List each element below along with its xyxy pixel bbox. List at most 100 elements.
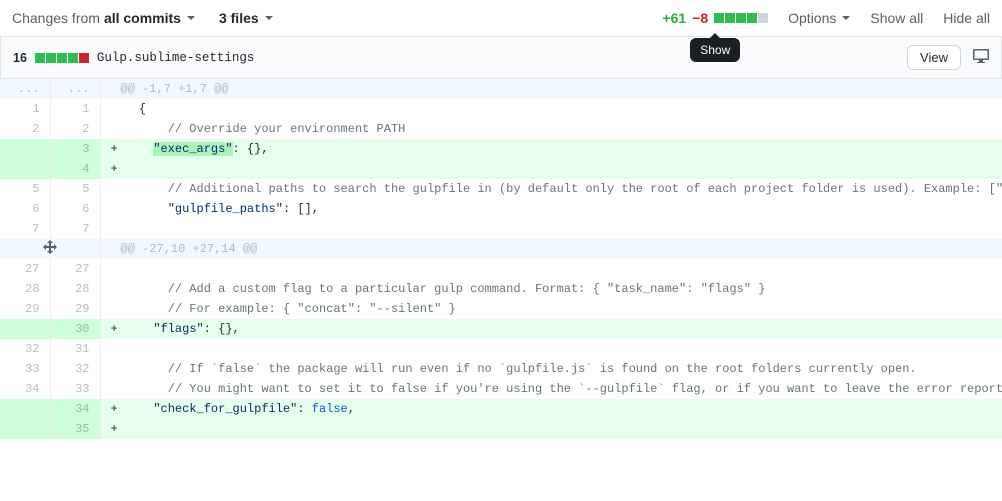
diffstat-block-neutral <box>758 13 768 23</box>
file-name[interactable]: Gulp.sublime-settings <box>97 51 255 65</box>
code-line: "gulpfile_paths": [], <box>100 199 1002 219</box>
diff-row: 2828 // Add a custom flag to a particula… <box>0 279 1002 299</box>
code-line: + <box>100 419 1002 439</box>
code-line <box>100 339 1002 359</box>
diffstat-block-add <box>714 13 724 23</box>
chevron-down-icon <box>842 16 850 20</box>
code-line <box>100 259 1002 279</box>
toolbar-left: Changes from all commits 3 files <box>12 10 273 26</box>
line-number-new: ... <box>50 79 100 99</box>
line-number-new[interactable]: 28 <box>50 279 100 299</box>
line-number-new[interactable]: 27 <box>50 259 100 279</box>
line-number-old[interactable] <box>0 139 50 159</box>
hunk-header: @@ -1,7 +1,7 @@ <box>100 79 1002 99</box>
line-number-old[interactable]: 32 <box>0 339 50 359</box>
diff-row: @@ -27,10 +27,14 @@ <box>0 239 1002 259</box>
diff-row: 66 "gulpfile_paths": [], <box>0 199 1002 219</box>
line-number-old: ... <box>0 79 50 99</box>
expand-button[interactable] <box>0 239 100 259</box>
code-line: { <box>100 99 1002 119</box>
changes-from-dropdown[interactable]: Changes from all commits <box>12 10 195 26</box>
options-label: Options <box>788 10 836 26</box>
line-number-new[interactable]: 30 <box>50 319 100 339</box>
line-number-old[interactable]: 1 <box>0 99 50 119</box>
code-line <box>100 219 1002 239</box>
line-number-new[interactable]: 6 <box>50 199 100 219</box>
line-number-new[interactable]: 1 <box>50 99 100 119</box>
code-line: // Override your environment PATH <box>100 119 1002 139</box>
line-number-old[interactable]: 5 <box>0 179 50 199</box>
diff-row: 34+ "check_for_gulpfile": false, <box>0 399 1002 419</box>
file-header: 16 Gulp.sublime-settings View <box>0 37 1002 79</box>
line-number-old[interactable] <box>0 319 50 339</box>
line-number-new[interactable]: 34 <box>50 399 100 419</box>
additions-count: +61 <box>662 10 686 26</box>
diff-row: ......@@ -1,7 +1,7 @@ <box>0 79 1002 99</box>
file-diffstat-blocks <box>35 53 89 63</box>
diff-row: 3231 <box>0 339 1002 359</box>
line-number-new[interactable]: 2 <box>50 119 100 139</box>
diff-table: ......@@ -1,7 +1,7 @@11 {22 // Override … <box>0 79 1002 439</box>
code-line: // Additional paths to search the gulpfi… <box>100 179 1002 199</box>
line-number-new[interactable]: 35 <box>50 419 100 439</box>
line-number-new[interactable]: 4 <box>50 159 100 179</box>
code-line: // For example: { "concat": "--silent" } <box>100 299 1002 319</box>
code-line: // If `false` the package will run even … <box>100 359 1002 379</box>
changes-from-value: all commits <box>104 10 181 26</box>
line-number-old[interactable]: 28 <box>0 279 50 299</box>
line-number-old[interactable] <box>0 399 50 419</box>
line-number-old[interactable]: 7 <box>0 219 50 239</box>
diffstat[interactable]: +61 −8 Show <box>662 10 768 26</box>
diffstat-block-add <box>736 13 746 23</box>
line-number-old[interactable]: 27 <box>0 259 50 279</box>
diff-row: 30+ "flags": {}, <box>0 319 1002 339</box>
code-line: // Add a custom flag to a particular gul… <box>100 279 1002 299</box>
diff-row: 3+ "exec_args": {}, <box>0 139 1002 159</box>
code-line: // You might want to set it to false if … <box>100 379 1002 399</box>
files-dropdown[interactable]: 3 files <box>219 10 273 26</box>
code-line: + "exec_args": {}, <box>100 139 1002 159</box>
line-number-old[interactable]: 6 <box>0 199 50 219</box>
code-line: + <box>100 159 1002 179</box>
line-number-old[interactable]: 2 <box>0 119 50 139</box>
changes-from-label: Changes from <box>12 10 100 26</box>
line-number-new[interactable]: 29 <box>50 299 100 319</box>
diff-row: 55 // Additional paths to search the gul… <box>0 179 1002 199</box>
diff-row: 11 { <box>0 99 1002 119</box>
diff-row: 3332 // If `false` the package will run … <box>0 359 1002 379</box>
diff-row: 4+ <box>0 159 1002 179</box>
show-all-button[interactable]: Show all <box>870 10 923 26</box>
diff-row: 2929 // For example: { "concat": "--sile… <box>0 299 1002 319</box>
diff-row: 77 <box>0 219 1002 239</box>
line-number-old[interactable]: 29 <box>0 299 50 319</box>
file-change-count: 16 <box>13 51 27 65</box>
diffstat-block-add <box>747 13 757 23</box>
line-number-old[interactable]: 33 <box>0 359 50 379</box>
diffstat-blocks <box>714 13 768 23</box>
code-line: + "flags": {}, <box>100 319 1002 339</box>
line-number-new[interactable]: 3 <box>50 139 100 159</box>
files-label: 3 files <box>219 10 259 26</box>
line-number-old[interactable] <box>0 419 50 439</box>
toolbar-right: +61 −8 Show Options Show all Hide all <box>662 10 990 26</box>
options-dropdown[interactable]: Options <box>788 10 850 26</box>
chevron-down-icon <box>187 16 195 20</box>
diff-row: 3433 // You might want to set it to fals… <box>0 379 1002 399</box>
display-icon[interactable] <box>973 48 989 67</box>
line-number-old[interactable] <box>0 159 50 179</box>
line-number-new[interactable]: 7 <box>50 219 100 239</box>
tooltip: Show <box>690 38 740 62</box>
line-number-new[interactable]: 5 <box>50 179 100 199</box>
hide-all-button[interactable]: Hide all <box>943 10 990 26</box>
line-number-new[interactable]: 31 <box>50 339 100 359</box>
diffstat-block-add <box>35 53 45 63</box>
line-number-new[interactable]: 32 <box>50 359 100 379</box>
line-number-new[interactable]: 33 <box>50 379 100 399</box>
deletions-count: −8 <box>692 10 708 26</box>
view-button[interactable]: View <box>907 45 961 70</box>
code-line: + "check_for_gulpfile": false, <box>100 399 1002 419</box>
diff-toolbar: Changes from all commits 3 files +61 −8 … <box>0 0 1002 37</box>
line-number-old[interactable]: 34 <box>0 379 50 399</box>
diffstat-block-add <box>46 53 56 63</box>
diffstat-block-del <box>79 53 89 63</box>
